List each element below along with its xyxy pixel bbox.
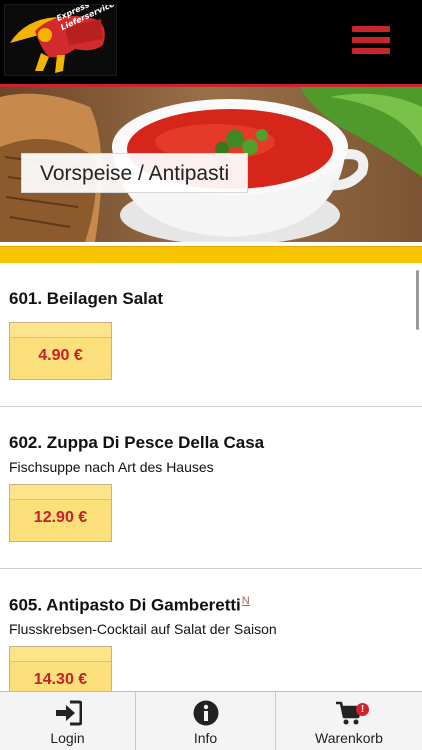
logo[interactable]: Express Lieferservice: [4, 4, 117, 76]
item-title: 601. Beilagen Salat: [9, 289, 164, 308]
category-title: Vorspeise / Antipasti: [21, 153, 249, 193]
info-icon: [193, 700, 218, 726]
bottom-tab-bar: Login Info ! Warenkorb: [0, 691, 422, 750]
tab-info[interactable]: Info: [136, 692, 276, 750]
section-bar: [0, 242, 422, 263]
tab-cart[interactable]: ! Warenkorb: [276, 692, 422, 750]
item-price: 14.30 €: [33, 671, 88, 688]
list-item: 601. Beilagen Salat 4.90 €: [0, 263, 422, 407]
list-item: 602. Zuppa Di Pesce Della Casa Fischsupp…: [0, 407, 422, 569]
scrollbar[interactable]: [416, 270, 419, 330]
price-add-button[interactable]: 4.90 €: [9, 322, 112, 380]
item-price: 12.90 €: [33, 509, 88, 526]
login-icon: [55, 700, 82, 726]
top-header: Express Lieferservice: [0, 0, 422, 84]
item-description: Fischsuppe nach Art des Hauses: [9, 459, 214, 475]
item-title: 602. Zuppa Di Pesce Della Casa: [9, 433, 265, 452]
tab-label: Warenkorb: [315, 730, 383, 746]
tab-login[interactable]: Login: [0, 692, 136, 750]
item-title: 605. Antipasto Di GamberettiN: [9, 595, 250, 615]
list-item: 605. Antipasto Di GamberettiN Flusskrebs…: [0, 569, 422, 691]
item-note-link[interactable]: N: [242, 595, 250, 607]
tab-label: Info: [193, 730, 218, 746]
category-hero-image: Vorspeise / Antipasti: [0, 87, 422, 242]
price-add-button[interactable]: 12.90 €: [9, 484, 112, 542]
item-price: 4.90 €: [38, 347, 83, 364]
item-description: Flusskrebsen-Cocktail auf Salat der Sais…: [9, 621, 277, 637]
hamburger-menu-icon[interactable]: [352, 26, 390, 60]
menu-item-list[interactable]: 601. Beilagen Salat 4.90 € 602. Zuppa Di…: [0, 263, 422, 691]
cart-badge: !: [356, 703, 369, 716]
tab-label: Login: [50, 730, 85, 746]
price-add-button[interactable]: 14.30 €: [9, 646, 112, 691]
